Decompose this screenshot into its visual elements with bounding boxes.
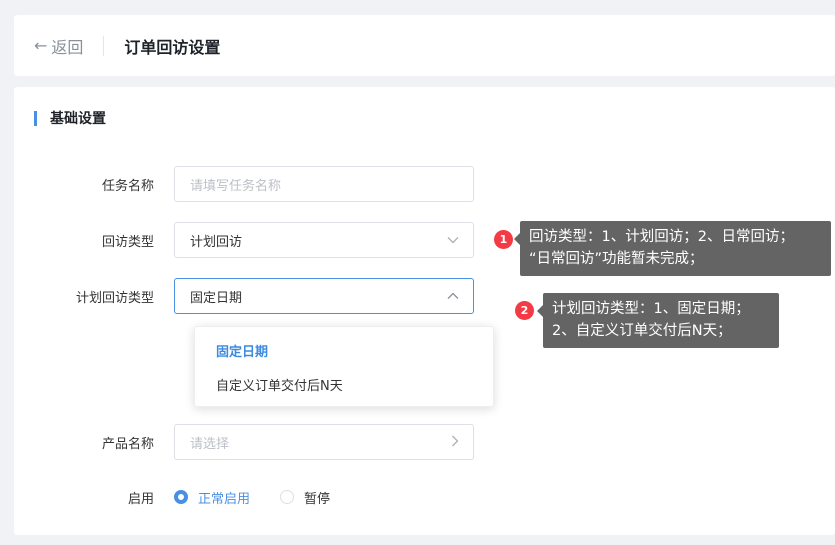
task-name-label: 任务名称 (101, 178, 154, 194)
plan-type-row: 计划回访类型 固定日期 (14, 278, 474, 314)
product-label: 产品名称 (101, 436, 154, 452)
visit-type-select[interactable]: 计划回访 (174, 222, 474, 258)
visit-type-value: 计划回访 (190, 234, 243, 250)
plan-type-select[interactable]: 固定日期 (174, 278, 474, 314)
visit-type-label: 回访类型 (101, 234, 154, 250)
product-row: 产品名称 请选择 (14, 424, 474, 460)
dropdown-option-fixed-date[interactable]: 固定日期 (195, 333, 493, 367)
arrow-left-icon: ← (34, 36, 48, 55)
back-button[interactable]: ← 返回 (34, 34, 83, 58)
radio-unchecked-icon (280, 490, 295, 504)
task-name-input[interactable]: 请填写任务名称 (174, 166, 474, 202)
radio-enabled[interactable]: 正常启用 (174, 488, 250, 507)
page-title: 订单回访设置 (124, 37, 221, 57)
chevron-right-icon (451, 435, 459, 450)
task-name-placeholder: 请填写任务名称 (190, 178, 282, 194)
annotation-badge-2: 2 (515, 301, 534, 320)
annotation-tooltip-1: 回访类型：1、计划回访；2、日常回访； “日常回访”功能暂未完成； (514, 221, 831, 276)
radio-paused[interactable]: 暂停 (280, 488, 330, 507)
radio-enabled-label: 正常启用 (198, 491, 251, 507)
header-divider (103, 35, 105, 56)
product-select[interactable]: 请选择 (174, 424, 474, 460)
enable-label: 启用 (127, 491, 154, 507)
section-title: 基础设置 (34, 108, 106, 128)
plan-type-dropdown: 固定日期 自定义订单交付后N天 (194, 326, 494, 407)
dropdown-option-custom-days[interactable]: 自定义订单交付后N天 (195, 367, 493, 401)
back-label: 返回 (51, 37, 84, 57)
enable-row: 启用 正常启用 暂停 (14, 479, 360, 515)
visit-type-row: 回访类型 计划回访 (14, 222, 474, 258)
annotation-tooltip-2: 计划回访类型：1、固定日期； 2、自定义订单交付后N天； (537, 293, 779, 348)
annotation-2-line-2: 2、自定义订单交付后N天； (552, 323, 732, 339)
page-header: ← 返回 订单回访设置 (14, 15, 835, 76)
annotation-1-line-2: “日常回访”功能暂未完成； (529, 251, 704, 267)
section-accent-bar (34, 110, 37, 126)
chevron-down-icon (447, 233, 459, 247)
annotation-2-line-1: 计划回访类型：1、固定日期； (552, 301, 750, 317)
annotation-badge-1: 1 (494, 230, 513, 249)
plan-type-value: 固定日期 (190, 290, 243, 306)
plan-type-label: 计划回访类型 (75, 290, 154, 306)
chevron-up-icon (447, 289, 459, 303)
annotation-1-line-1: 回访类型：1、计划回访；2、日常回访； (529, 229, 794, 245)
task-name-row: 任务名称 请填写任务名称 (14, 166, 474, 202)
section-title-text: 基础设置 (50, 111, 106, 127)
radio-checked-icon (174, 490, 188, 504)
radio-paused-label: 暂停 (304, 491, 331, 507)
product-placeholder: 请选择 (190, 436, 230, 452)
